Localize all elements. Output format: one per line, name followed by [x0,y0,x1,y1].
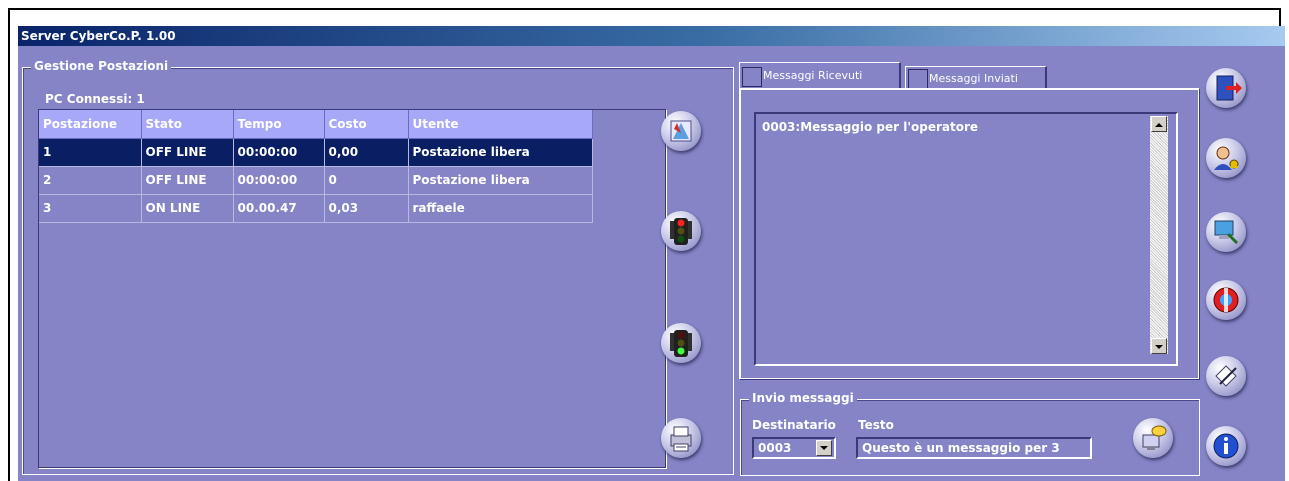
tab-label: Messaggi Ricevuti [763,69,863,82]
table-cell: 3 [39,194,142,223]
gestione-title: Gestione Postazioni [31,59,172,73]
column-header[interactable]: Stato [141,110,234,139]
table-row[interactable]: 3 ON LINE 00.00.47 0,03 raffaele [39,194,593,223]
table-cell: 1 [39,138,142,167]
send-message-button[interactable] [1133,418,1173,458]
table-cell: ON LINE [141,194,234,223]
received-message-text: 0003:Messaggio per l'operatore [762,120,979,134]
pc-connessi-label: PC Connessi: 1 [45,92,145,106]
table-cell: 2 [39,166,142,195]
help-button[interactable] [1206,280,1246,320]
tab-checkbox [742,67,762,87]
info-icon [1213,433,1239,459]
stations-table: Postazione Stato Tempo Costo Utente 1 OF… [39,110,593,223]
chevron-down-icon [820,446,828,450]
table-cell: 00:00:00 [233,166,325,195]
destinatario-value: 0003 [758,441,792,455]
invio-title: Invio messaggi [749,391,857,405]
received-messages-area[interactable]: 0003:Messaggio per l'operatore [754,112,1178,366]
column-header[interactable]: Utente [408,110,593,139]
info-button[interactable] [1206,426,1246,466]
table-cell: Postazione libera [408,138,593,167]
table-header-row: Postazione Stato Tempo Costo Utente [39,110,593,139]
table-cell: Postazione libera [408,166,593,195]
destinatario-label: Destinatario [752,418,836,432]
testo-label: Testo [858,418,894,432]
exit-button[interactable] [1206,68,1246,108]
exit-door-icon [1216,75,1242,101]
table-cell: 0 [324,166,409,195]
red-traffic-light-icon [670,218,692,245]
help-lifebuoy-icon [1213,287,1239,313]
table-cell: raffaele [408,194,593,223]
message-text-value: Questo è un messaggio per 3 [862,441,1060,455]
column-header[interactable]: Postazione [39,110,142,139]
map-icon [670,120,692,142]
edit-button[interactable] [1206,356,1246,396]
scroll-down-button[interactable] [1151,338,1167,354]
window-title: Server CyberCo.P. 1.00 [21,29,176,43]
title-bar: Server CyberCo.P. 1.00 [18,26,1285,46]
green-traffic-light-icon [670,330,692,357]
search-button[interactable] [1206,212,1246,252]
table-row[interactable]: 2 OFF LINE 00:00:00 0 Postazione libera [39,166,593,195]
vertical-scrollbar[interactable] [1150,116,1168,354]
tab-label: Messaggi Inviati [929,72,1018,85]
message-text-input[interactable]: Questo è un messaggio per 3 [856,437,1092,459]
send-message-icon [1142,425,1167,450]
dropdown-button[interactable] [816,440,832,456]
tab-checkbox [908,69,928,89]
column-header[interactable]: Costo [324,110,409,139]
tab-messaggi-ricevuti[interactable]: Messaggi Ricevuti [739,62,901,88]
destinatario-select[interactable]: 0003 [752,437,836,459]
set-offline-button[interactable] [661,211,701,251]
arrow-down-icon [1155,345,1163,349]
column-header[interactable]: Tempo [233,110,325,139]
table-row[interactable]: 1 OFF LINE 00:00:00 0,00 Postazione libe… [39,138,593,167]
table-cell: OFF LINE [141,138,234,167]
tab-messaggi-inviati[interactable]: Messaggi Inviati [905,66,1047,89]
table-cell: 00:00:00 [233,138,325,167]
map-button[interactable] [661,111,701,151]
arrow-up-icon [1155,123,1163,127]
app-window: Server CyberCo.P. 1.00 Gestione Postazio… [18,26,1285,481]
printer-icon [670,426,692,452]
table-cell: 0,00 [324,138,409,167]
computer-search-icon [1214,220,1239,245]
print-button[interactable] [661,418,701,458]
table-cell: OFF LINE [141,166,234,195]
scroll-up-button[interactable] [1151,116,1167,132]
set-online-button[interactable] [661,323,701,363]
stations-grid[interactable]: Postazione Stato Tempo Costo Utente 1 OF… [38,109,666,468]
user-key-icon [1214,146,1239,170]
table-cell: 00.00.47 [233,194,325,223]
users-button[interactable] [1206,138,1246,178]
table-cell: 0,03 [324,194,409,223]
edit-pen-icon [1215,365,1237,387]
